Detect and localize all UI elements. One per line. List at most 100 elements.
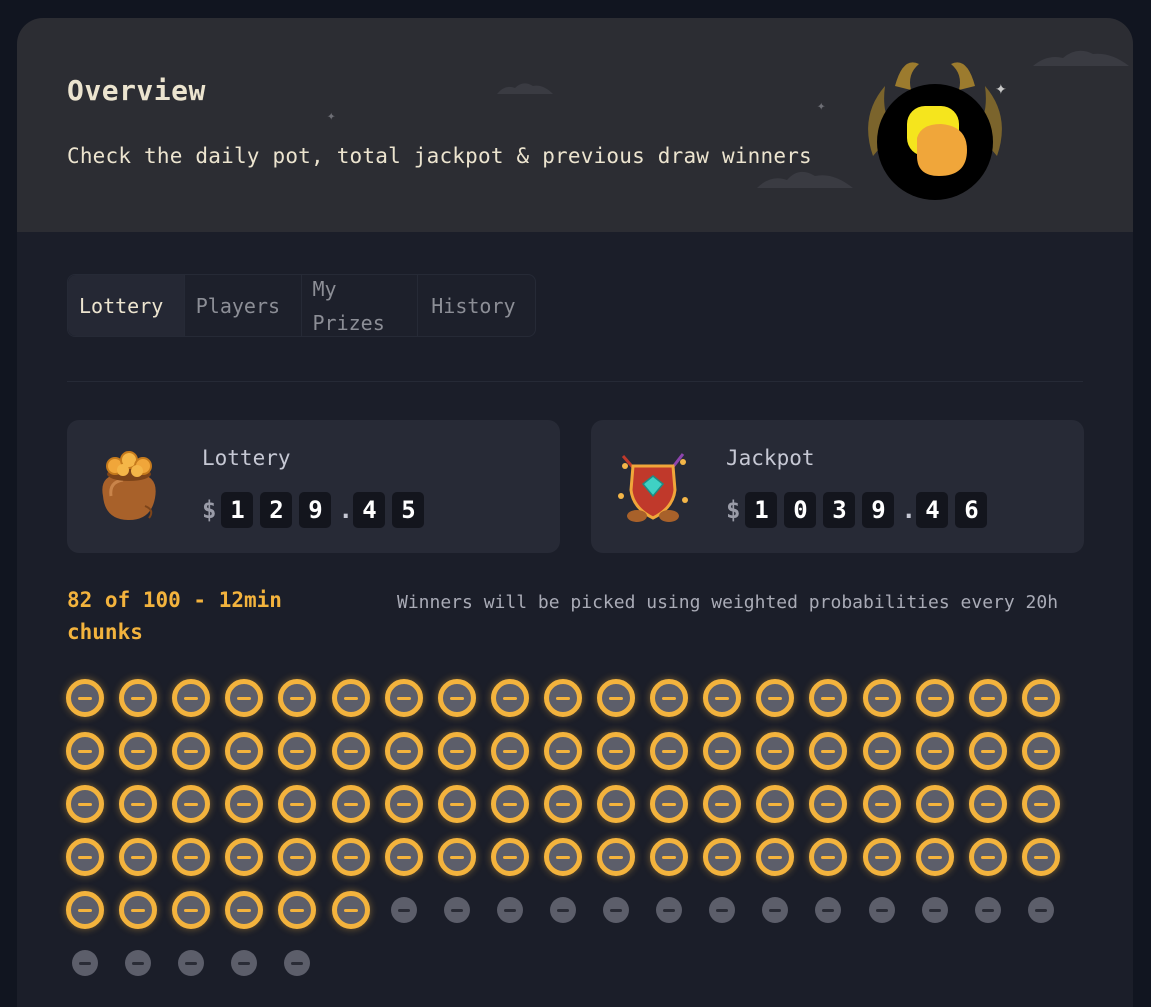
chunk-filled (225, 785, 264, 823)
minus-icon (555, 749, 570, 753)
tab-history[interactable]: History (418, 275, 535, 336)
minus-icon (927, 696, 942, 700)
chunk-filled (278, 679, 317, 717)
minus-icon (503, 908, 516, 912)
minus-icon (1033, 802, 1048, 806)
chunk-empty (496, 897, 523, 923)
minus-icon (290, 855, 305, 859)
chunk-filled (172, 891, 211, 929)
chunk-filled (756, 785, 795, 823)
chunk-filled (384, 838, 423, 876)
chunk-filled (862, 732, 901, 770)
minus-icon (237, 696, 252, 700)
minus-icon (609, 696, 623, 700)
chunk-filled (543, 732, 582, 770)
chunk-filled (650, 785, 689, 823)
minus-icon (78, 802, 92, 806)
minus-icon (768, 855, 783, 859)
minus-icon (981, 908, 994, 912)
minus-icon (715, 696, 730, 700)
chunk-empty (72, 950, 98, 976)
chunk-empty (1027, 897, 1054, 923)
chunk-filled (331, 891, 370, 929)
chunk-filled (650, 732, 689, 770)
chunk-filled (225, 732, 264, 770)
chunk-filled (597, 679, 635, 717)
chunk-filled (1021, 732, 1060, 770)
minus-icon (821, 855, 836, 859)
minus-icon (343, 696, 358, 700)
minus-icon (874, 855, 889, 859)
brand-logo-icon: ✦ (868, 62, 1007, 200)
chunk-filled (543, 838, 582, 876)
chunk-filled (225, 891, 264, 929)
shield-gem-icon (618, 453, 688, 522)
minus-icon (131, 908, 146, 912)
minus-icon (132, 961, 145, 965)
minus-icon (78, 908, 92, 912)
minus-icon (662, 749, 677, 753)
chunk-empty (284, 950, 311, 976)
lottery-amount: $ 129.45 (202, 492, 425, 528)
minus-icon (822, 908, 835, 912)
chunk-empty (868, 897, 895, 923)
chunk-empty (921, 897, 948, 923)
svg-text:✦: ✦ (995, 82, 1007, 98)
amount-digit: 6 (955, 492, 988, 528)
amount-digit: 4 (353, 492, 386, 528)
chunk-filled (862, 679, 901, 717)
minus-icon (343, 749, 358, 753)
amount-digit: 1 (221, 492, 254, 528)
minus-icon (237, 855, 252, 859)
chunk-empty (549, 897, 576, 923)
minus-icon (78, 749, 92, 753)
minus-icon (980, 749, 995, 753)
chunk-filled (66, 891, 104, 929)
chunk-empty (709, 897, 736, 923)
minus-icon (875, 908, 888, 912)
minus-icon (609, 802, 623, 806)
chunk-filled (437, 679, 476, 717)
amount-digit: 1 (745, 492, 778, 528)
chunk-filled (331, 838, 370, 876)
minus-icon (502, 855, 517, 859)
decimal-point: . (901, 496, 916, 524)
minus-icon (716, 908, 729, 912)
chunk-empty (656, 897, 683, 923)
minus-icon (1033, 696, 1048, 700)
chunk-empty (603, 897, 629, 923)
winners-note: Winners will be picked using weighted pr… (397, 592, 1059, 613)
minus-icon (502, 802, 517, 806)
chunk-filled (225, 679, 264, 717)
jackpot-label: Jackpot (726, 446, 815, 470)
chunk-filled (703, 732, 742, 770)
chunk-filled (490, 785, 529, 823)
minus-icon (131, 802, 146, 806)
minus-icon (874, 802, 889, 806)
chunk-filled (597, 838, 635, 876)
minus-icon (555, 855, 570, 859)
chunk-filled (437, 838, 476, 876)
chunk-filled (809, 732, 848, 770)
chunk-filled (172, 679, 211, 717)
amount-digit: 4 (916, 492, 949, 528)
chunk-filled (915, 838, 954, 876)
minus-icon (715, 855, 730, 859)
chunk-filled (384, 785, 423, 823)
chunk-filled (968, 785, 1007, 823)
minus-icon (343, 802, 358, 806)
minus-icon (396, 855, 411, 859)
tab-players[interactable]: Players (185, 275, 302, 336)
minus-icon (768, 749, 783, 753)
minus-icon (450, 908, 463, 912)
minus-icon (662, 855, 677, 859)
chunk-filled (331, 732, 370, 770)
tab-my-prizes[interactable]: My Prizes (302, 275, 419, 336)
minus-icon (502, 696, 517, 700)
minus-icon (184, 802, 199, 806)
minus-icon (291, 961, 304, 965)
chunk-filled (119, 838, 158, 876)
tab-lottery[interactable]: Lottery (68, 275, 185, 336)
currency-symbol: $ (202, 496, 217, 524)
chunk-filled (66, 785, 104, 823)
